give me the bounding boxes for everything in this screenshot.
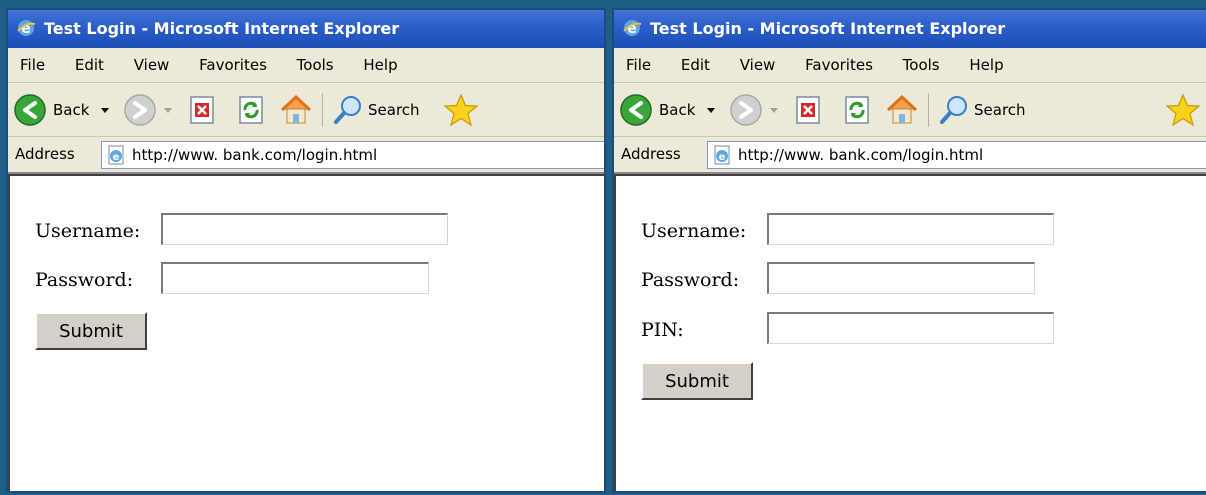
search-icon[interactable] <box>331 93 365 127</box>
username-label: Username: <box>641 220 747 242</box>
address-url: http://www. bank.com/login.html <box>738 146 984 164</box>
password-input[interactable] <box>767 262 1035 294</box>
dropdown-arrow-icon[interactable] <box>705 93 717 127</box>
address-url: http://www. bank.com/login.html <box>132 146 378 164</box>
username-input[interactable] <box>161 213 448 245</box>
username-label: Username: <box>35 220 141 242</box>
dropdown-arrow-icon[interactable] <box>768 93 780 127</box>
svg-text:e: e <box>113 152 120 163</box>
ie-logo-icon: e <box>623 20 642 37</box>
menu-tools[interactable]: Tools <box>297 56 334 74</box>
refresh-icon[interactable] <box>840 93 874 127</box>
pin-label: PIN: <box>641 319 684 341</box>
address-field[interactable]: e http://www. bank.com/login.html <box>101 141 604 169</box>
submit-button[interactable]: Submit <box>641 362 753 400</box>
menu-edit[interactable]: Edit <box>681 56 710 74</box>
title-bar[interactable]: e Test Login - Microsoft Internet Explor… <box>8 10 604 48</box>
address-label: Address <box>621 145 681 163</box>
menu-favorites[interactable]: Favorites <box>199 56 267 74</box>
stop-icon[interactable] <box>185 93 219 127</box>
browser-window-left: e Test Login - Microsoft Internet Explor… <box>6 8 606 493</box>
dropdown-arrow-icon[interactable] <box>99 93 111 127</box>
favorites-star-icon[interactable] <box>442 93 480 127</box>
home-icon[interactable] <box>884 93 920 127</box>
toolbar: Back Search <box>614 83 1206 137</box>
menu-help[interactable]: Help <box>969 56 1003 74</box>
refresh-icon[interactable] <box>234 93 268 127</box>
password-label: Password: <box>641 269 740 291</box>
dropdown-arrow-icon[interactable] <box>162 93 174 127</box>
address-field[interactable]: e http://www. bank.com/login.html <box>707 141 1206 169</box>
favorites-star-icon[interactable] <box>1164 93 1202 127</box>
search-icon[interactable] <box>937 93 971 127</box>
page-icon: e <box>108 145 124 165</box>
search-button-label[interactable]: Search <box>974 93 1026 127</box>
address-bar: Address e http://www. bank.com/login.htm… <box>8 137 604 174</box>
browser-window-right: e Test Login - Microsoft Internet Explor… <box>612 8 1206 493</box>
home-icon[interactable] <box>278 93 314 127</box>
submit-button[interactable]: Submit <box>35 312 147 350</box>
window-title: Test Login - Microsoft Internet Explorer <box>650 19 1006 38</box>
menu-tools[interactable]: Tools <box>903 56 940 74</box>
menu-help[interactable]: Help <box>363 56 397 74</box>
password-input[interactable] <box>161 262 429 294</box>
window-title: Test Login - Microsoft Internet Explorer <box>44 19 400 38</box>
forward-arrow-icon[interactable] <box>729 93 763 127</box>
pin-input[interactable] <box>767 312 1054 344</box>
menu-favorites[interactable]: Favorites <box>805 56 873 74</box>
menu-edit[interactable]: Edit <box>75 56 104 74</box>
menu-bar: File Edit View Favorites Tools Help <box>614 48 1206 83</box>
back-arrow-icon[interactable] <box>619 93 653 127</box>
ie-logo-icon: e <box>17 20 36 37</box>
username-input[interactable] <box>767 213 1054 245</box>
menu-view[interactable]: View <box>740 56 776 74</box>
password-label: Password: <box>35 269 134 291</box>
toolbar: Back Search <box>8 83 604 137</box>
menu-bar: File Edit View Favorites Tools Help <box>8 48 604 83</box>
menu-view[interactable]: View <box>134 56 170 74</box>
svg-text:e: e <box>719 152 726 163</box>
back-arrow-icon[interactable] <box>13 93 47 127</box>
title-bar[interactable]: e Test Login - Microsoft Internet Explor… <box>614 10 1206 48</box>
page-icon: e <box>714 145 730 165</box>
forward-arrow-icon[interactable] <box>123 93 157 127</box>
menu-file[interactable]: File <box>20 56 45 74</box>
search-button-label[interactable]: Search <box>368 93 420 127</box>
page-content: Username: Password: Submit <box>8 174 604 491</box>
address-label: Address <box>15 145 75 163</box>
address-bar: Address e http://www. bank.com/login.htm… <box>614 137 1206 174</box>
stop-icon[interactable] <box>791 93 825 127</box>
menu-file[interactable]: File <box>626 56 651 74</box>
back-button-label[interactable]: Back <box>659 93 695 127</box>
back-button-label[interactable]: Back <box>53 93 89 127</box>
page-content: Username: Password: PIN: Submit <box>614 174 1206 491</box>
